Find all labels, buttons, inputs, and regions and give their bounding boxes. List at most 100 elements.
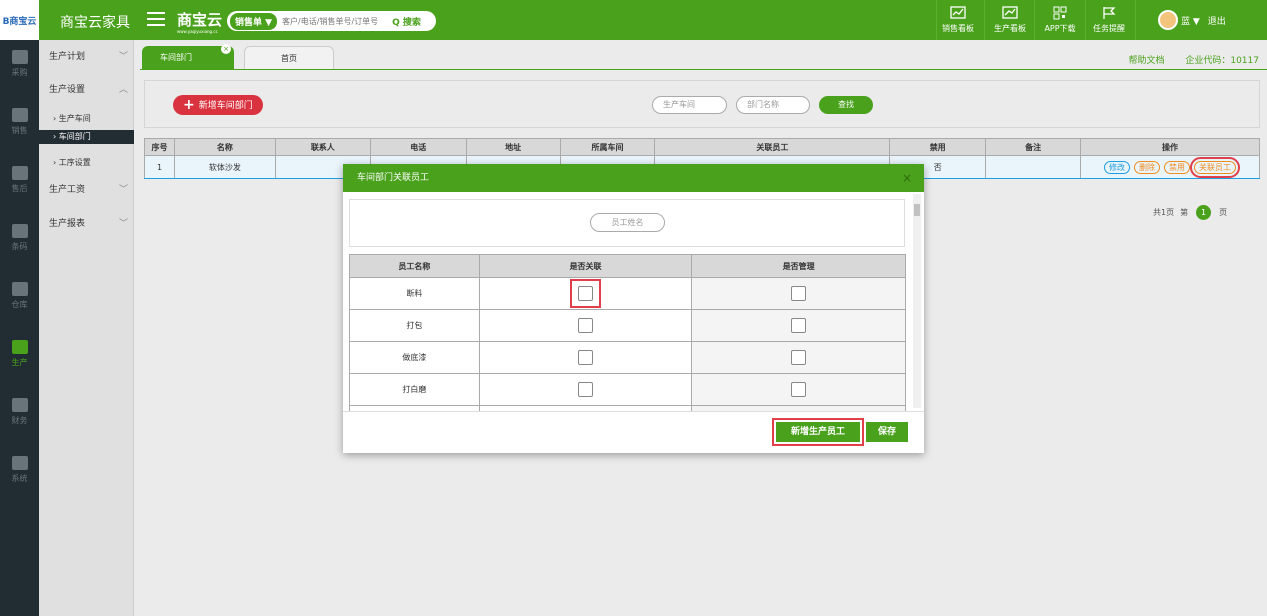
- cell-linked: [478, 277, 693, 310]
- linked-checkbox[interactable]: [578, 286, 594, 301]
- employee-name: 断料: [349, 277, 480, 310]
- toolbar-sales-board[interactable]: 销售看板: [935, 4, 981, 38]
- search-button[interactable]: Q 搜索: [392, 15, 421, 28]
- production-icon: [11, 340, 28, 354]
- top-links: 帮助文档 企业代码：10117: [1110, 53, 1259, 66]
- nav-aftersales[interactable]: 售后: [0, 166, 39, 194]
- subnav-production-settings[interactable]: 生产设置 ︿: [39, 77, 134, 103]
- employee-name: 做底漆: [349, 341, 480, 374]
- col-header: 序号: [144, 138, 175, 156]
- subnav-item-workshop[interactable]: › 生产车间: [39, 112, 134, 126]
- toolbar-task-reminder[interactable]: 任务提醒: [1086, 4, 1132, 38]
- cell-linked: [478, 309, 693, 342]
- tab-bar: 车间部门 × 首页: [140, 44, 1267, 70]
- toolbar-label: 销售看板: [942, 24, 974, 33]
- logout-link[interactable]: 退出: [1208, 14, 1226, 27]
- tab-home[interactable]: 首页: [244, 46, 334, 69]
- cell-manage: [691, 277, 906, 310]
- disable-button[interactable]: 禁用: [1164, 160, 1191, 174]
- search-input[interactable]: [282, 16, 393, 26]
- employee-name-input[interactable]: 员工姓名: [590, 213, 665, 232]
- cell-remark: [985, 155, 1082, 179]
- linked-checkbox[interactable]: [578, 318, 594, 333]
- col-header: 是否管理: [691, 254, 906, 278]
- col-header: 联系人: [274, 138, 371, 156]
- nav-label: 系统: [11, 474, 28, 483]
- close-icon[interactable]: ×: [902, 164, 912, 192]
- employee-name: 打白磨: [349, 373, 480, 406]
- close-icon[interactable]: ×: [221, 44, 231, 54]
- subnav-label: 生产设置: [49, 85, 86, 95]
- col-header: 地址: [465, 138, 561, 156]
- nav-system[interactable]: 系统: [0, 456, 39, 484]
- subnav-item-dept[interactable]: › 车间部门: [39, 130, 134, 144]
- chevron-down-icon: ﹀: [118, 219, 128, 229]
- workshop-filter-input[interactable]: 生产车间: [652, 96, 727, 114]
- chevron-up-icon: ︿: [118, 85, 128, 95]
- manage-checkbox[interactable]: [791, 318, 807, 333]
- user-name[interactable]: 蓝 ▼: [1181, 14, 1200, 27]
- table-row: 断料: [349, 277, 906, 310]
- pager-total: 共1页: [1153, 208, 1175, 217]
- table-row: 做底漆: [349, 341, 906, 374]
- page-number[interactable]: 1: [1196, 205, 1212, 220]
- toolbar-app-download[interactable]: APP下载: [1037, 4, 1083, 38]
- grid-icon: [11, 166, 28, 180]
- tab-workshop-dept[interactable]: 车间部门 ×: [142, 44, 234, 69]
- manage-checkbox[interactable]: [791, 382, 807, 397]
- employee-search-area: 员工姓名: [349, 199, 905, 247]
- nav-production[interactable]: 生产: [0, 340, 39, 368]
- delete-button[interactable]: 删除: [1134, 160, 1161, 174]
- help-docs-link[interactable]: 帮助文档: [1128, 56, 1164, 66]
- find-button[interactable]: 查找: [819, 96, 873, 114]
- subnav-production-plan[interactable]: 生产计划 ﹀: [39, 44, 134, 70]
- nav-label: 条码: [11, 242, 28, 251]
- nav-finance[interactable]: 财务: [0, 398, 39, 426]
- nav-sales[interactable]: 销售: [0, 108, 39, 136]
- col-header: 备注: [985, 138, 1082, 156]
- chevron-down-icon: ﹀: [118, 52, 128, 62]
- button-label: 新增车间部门: [198, 101, 253, 111]
- linked-checkbox[interactable]: [578, 382, 594, 397]
- cell-linked: [478, 341, 693, 374]
- production-board-icon: [1002, 6, 1018, 19]
- avatar[interactable]: [1158, 10, 1178, 30]
- search-type-dropdown[interactable]: 销售单 ▼: [230, 12, 278, 30]
- dialog-header: 车间部门关联员工 ×: [343, 164, 924, 192]
- cell-manage: [691, 309, 906, 342]
- nav-barcode[interactable]: 条码: [0, 224, 39, 252]
- subnav-reports[interactable]: 生产报表 ﹀: [39, 211, 134, 237]
- dialog-title: 车间部门关联员工: [357, 173, 430, 183]
- toolbar-label: 生产看板: [994, 24, 1026, 33]
- brand-name: 商宝云家具: [60, 15, 130, 31]
- nav-label: 仓库: [11, 300, 28, 309]
- linked-checkbox[interactable]: [578, 350, 594, 365]
- brand-logo-sub: www.yaqiyuxiang.cc: [177, 29, 218, 34]
- subnav-wages[interactable]: 生产工资 ﹀: [39, 177, 134, 203]
- chart-board-icon: [950, 6, 966, 19]
- menu-icon[interactable]: [147, 12, 165, 26]
- nav-purchase[interactable]: 采购: [0, 50, 39, 78]
- subnav-item-process[interactable]: › 工序设置: [39, 156, 134, 170]
- dialog-body: 员工姓名 员工名称 是否关联 是否管理 断料 打包 做底漆 打白磨: [349, 199, 907, 411]
- toolbar-production-board[interactable]: 生产看板: [987, 4, 1033, 38]
- pager-suffix: 页: [1219, 208, 1228, 217]
- link-employees-button[interactable]: 关联员工: [1190, 156, 1241, 178]
- nav-warehouse[interactable]: 仓库: [0, 282, 39, 310]
- edit-button[interactable]: 修改: [1104, 160, 1131, 174]
- grid-icon: [11, 108, 28, 122]
- cell-linked: [478, 373, 693, 406]
- dialog-scrollbar[interactable]: [913, 194, 921, 408]
- manage-checkbox[interactable]: [791, 350, 807, 365]
- dept-name-input[interactable]: 部门名称: [736, 96, 810, 114]
- scrollbar-thumb[interactable]: [914, 204, 920, 216]
- brand-logo: 商宝云 www.yaqiyuxiang.cc: [177, 9, 222, 34]
- add-dept-button[interactable]: + 新增车间部门: [173, 95, 263, 115]
- manage-checkbox[interactable]: [791, 286, 807, 301]
- nav-label: 售后: [11, 184, 28, 193]
- col-header: 员工名称: [349, 254, 480, 278]
- flag-icon: [1103, 7, 1116, 19]
- add-employee-button[interactable]: 新增生产员工: [772, 418, 864, 446]
- save-button[interactable]: 保存: [866, 422, 908, 442]
- app-logo[interactable]: B商宝云: [0, 0, 39, 40]
